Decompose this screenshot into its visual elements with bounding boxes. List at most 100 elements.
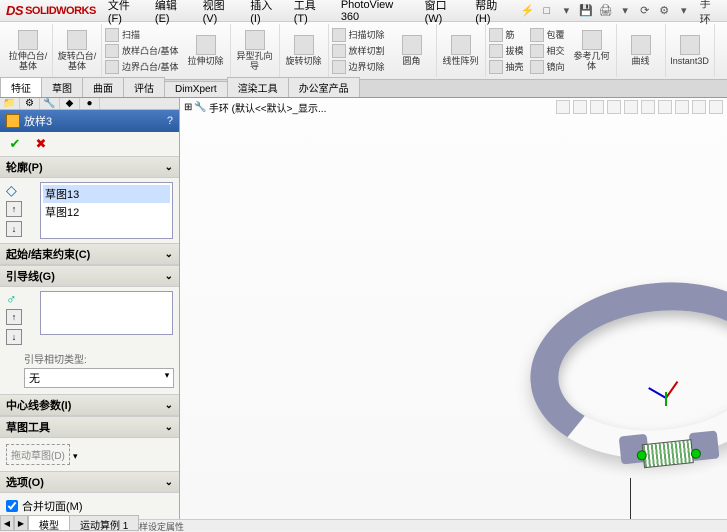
profile-item-2[interactable]: 草图12 — [43, 203, 170, 221]
doc-tab[interactable]: 手环 — [694, 0, 727, 27]
fillet-button[interactable]: 圆角 — [392, 35, 432, 67]
linear-pattern-button[interactable]: 线性阵列 — [441, 35, 481, 67]
tab-office[interactable]: 办公室产品 — [288, 77, 360, 97]
appearance-tab-icon[interactable]: ● — [80, 98, 100, 109]
motion-tab[interactable]: 运动算例 1 — [69, 515, 139, 519]
expand-icon[interactable]: ⊞ — [184, 102, 192, 113]
guide-list[interactable] — [40, 291, 173, 335]
rib-button[interactable]: 筋 — [489, 28, 524, 42]
view-settings-icon[interactable] — [709, 100, 723, 114]
dropdown-icon[interactable]: ▾ — [73, 451, 78, 461]
save-icon[interactable]: 💾 — [578, 3, 594, 19]
profile-down-button[interactable]: ↓ — [6, 221, 22, 237]
menu-window[interactable]: 窗口(W) — [419, 0, 470, 25]
rib-icon — [489, 28, 503, 42]
hide-show-icon[interactable] — [658, 100, 672, 114]
guides-header[interactable]: 引导线(G)⌄ — [0, 265, 179, 287]
options-header[interactable]: 选项(O)⌄ — [0, 471, 179, 493]
dropdown-icon[interactable]: ⚡ — [520, 3, 536, 19]
menu-edit[interactable]: 编辑(E) — [149, 0, 197, 25]
ok-button[interactable]: ✔ — [6, 135, 24, 153]
tab-prev-button[interactable]: ◀ — [0, 515, 14, 519]
help-icon[interactable]: ? — [167, 115, 173, 127]
menu-insert[interactable]: 插入(I) — [244, 0, 288, 25]
options-icon[interactable]: ⚙ — [656, 3, 672, 19]
scene-icon[interactable] — [692, 100, 706, 114]
fillet-icon — [402, 35, 422, 55]
display-tab-icon[interactable]: ◆ — [60, 98, 80, 109]
boundary-button[interactable]: 边界凸台/基体 — [105, 60, 179, 74]
profile-header[interactable]: 轮廓(P)⌄ — [0, 156, 179, 178]
tab-next-button[interactable]: ▶ — [14, 515, 28, 519]
view-orient-icon[interactable] — [624, 100, 638, 114]
sketch-tools-header[interactable]: 草图工具⌄ — [0, 416, 179, 438]
instant3d-button[interactable]: Instant3D — [670, 35, 710, 67]
mirror-button[interactable]: 镜向 — [530, 60, 565, 74]
drag-sketch-button[interactable]: 拖动草图(D) — [6, 444, 70, 465]
profile-item-1[interactable]: 草图13 — [43, 185, 170, 203]
panel-tabs: 📁 ⚙ 🔧 ◆ ● — [0, 98, 179, 110]
extrude-cut-button[interactable]: 拉伸切除 — [186, 35, 226, 67]
menu-help[interactable]: 帮助(H) — [469, 0, 517, 25]
constraints-header[interactable]: 起始/结束约束(C)⌄ — [0, 243, 179, 265]
appearance-icon[interactable] — [675, 100, 689, 114]
chevron-icon: ⌄ — [165, 400, 173, 411]
tab-render[interactable]: 渲染工具 — [227, 77, 289, 97]
tab-surface[interactable]: 曲面 — [82, 77, 124, 97]
sensor-feature[interactable] — [642, 439, 694, 468]
viewport[interactable]: ⊞ 🔧 手环 (默认<<默认>_显示... — [180, 98, 727, 519]
more-icon[interactable]: ▾ — [676, 3, 692, 19]
ring-model[interactable] — [522, 270, 727, 471]
hole-wizard-button[interactable]: 异型孔向导 — [235, 30, 275, 72]
revolve-boss-button[interactable]: 旋转凸台/基体 — [57, 30, 97, 72]
section-view-icon[interactable] — [607, 100, 621, 114]
guide-down-button[interactable]: ↓ — [6, 329, 22, 345]
zoom-area-icon[interactable] — [573, 100, 587, 114]
config-tab-icon[interactable]: 🔧 — [40, 98, 60, 109]
draft-button[interactable]: 拔模 — [489, 44, 524, 58]
curves-button[interactable]: 曲线 — [621, 35, 661, 67]
merge-checkbox[interactable]: 合并切面(M) — [6, 497, 173, 515]
rebuild-icon[interactable]: ⟳ — [637, 3, 653, 19]
prev-view-icon[interactable] — [590, 100, 604, 114]
new-icon[interactable]: □ — [539, 3, 555, 19]
menu-tools[interactable]: 工具(T) — [288, 0, 335, 25]
ok-bar: ✔ ✖ — [0, 132, 179, 156]
zoom-fit-icon[interactable] — [556, 100, 570, 114]
menu-view[interactable]: 视图(V) — [197, 0, 245, 25]
guide-type-combo[interactable]: 无▾ — [24, 368, 174, 388]
cancel-button[interactable]: ✖ — [32, 135, 50, 153]
tree-tab-icon[interactable]: 📁 — [0, 98, 20, 109]
boundary-cut-button[interactable]: 边界切除 — [332, 60, 385, 74]
centerline-header[interactable]: 中心线参数(I)⌄ — [0, 394, 179, 416]
tab-features[interactable]: 特征 — [0, 77, 42, 97]
menu-photoview[interactable]: PhotoView 360 — [335, 0, 419, 23]
sweep-cut-icon — [332, 28, 346, 42]
menu-file[interactable]: 文件(F) — [102, 0, 149, 25]
guide-up-button[interactable]: ↑ — [6, 309, 22, 325]
model-tab[interactable]: 模型 — [28, 515, 70, 519]
tab-evaluate[interactable]: 评估 — [123, 77, 165, 97]
property-tab-icon[interactable]: ⚙ — [20, 98, 40, 109]
doc-breadcrumb[interactable]: ⊞ 🔧 手环 (默认<<默认>_显示... — [184, 100, 326, 115]
shell-button[interactable]: 抽壳 — [489, 60, 524, 74]
sweep-button[interactable]: 扫描 — [105, 28, 179, 42]
print-icon[interactable]: 🖨 — [598, 3, 614, 19]
tab-dimxpert[interactable]: DimXpert — [164, 81, 228, 97]
open-icon[interactable]: ▾ — [559, 3, 575, 19]
profile-list[interactable]: 草图13 草图12 — [40, 182, 173, 239]
wrap-icon — [530, 28, 544, 42]
profile-up-button[interactable]: ↑ — [6, 201, 22, 217]
tab-sketch[interactable]: 草图 — [41, 77, 83, 97]
undo-dd-icon[interactable]: ▾ — [617, 3, 633, 19]
wrap-button[interactable]: 包覆 — [530, 28, 565, 42]
loft-cut-icon — [332, 44, 346, 58]
extrude-boss-button[interactable]: 拉伸凸台/基体 — [8, 30, 48, 72]
loft-button[interactable]: 放样凸台/基体 — [105, 44, 179, 58]
display-style-icon[interactable] — [641, 100, 655, 114]
ref-geometry-button[interactable]: 参考几何体 — [572, 30, 612, 72]
sweep-cut-button[interactable]: 扫描切除 — [332, 28, 385, 42]
revolve-cut-button[interactable]: 旋转切除 — [284, 35, 324, 67]
intersect-button[interactable]: 相交 — [530, 44, 565, 58]
loft-cut-button[interactable]: 放样切割 — [332, 44, 385, 58]
